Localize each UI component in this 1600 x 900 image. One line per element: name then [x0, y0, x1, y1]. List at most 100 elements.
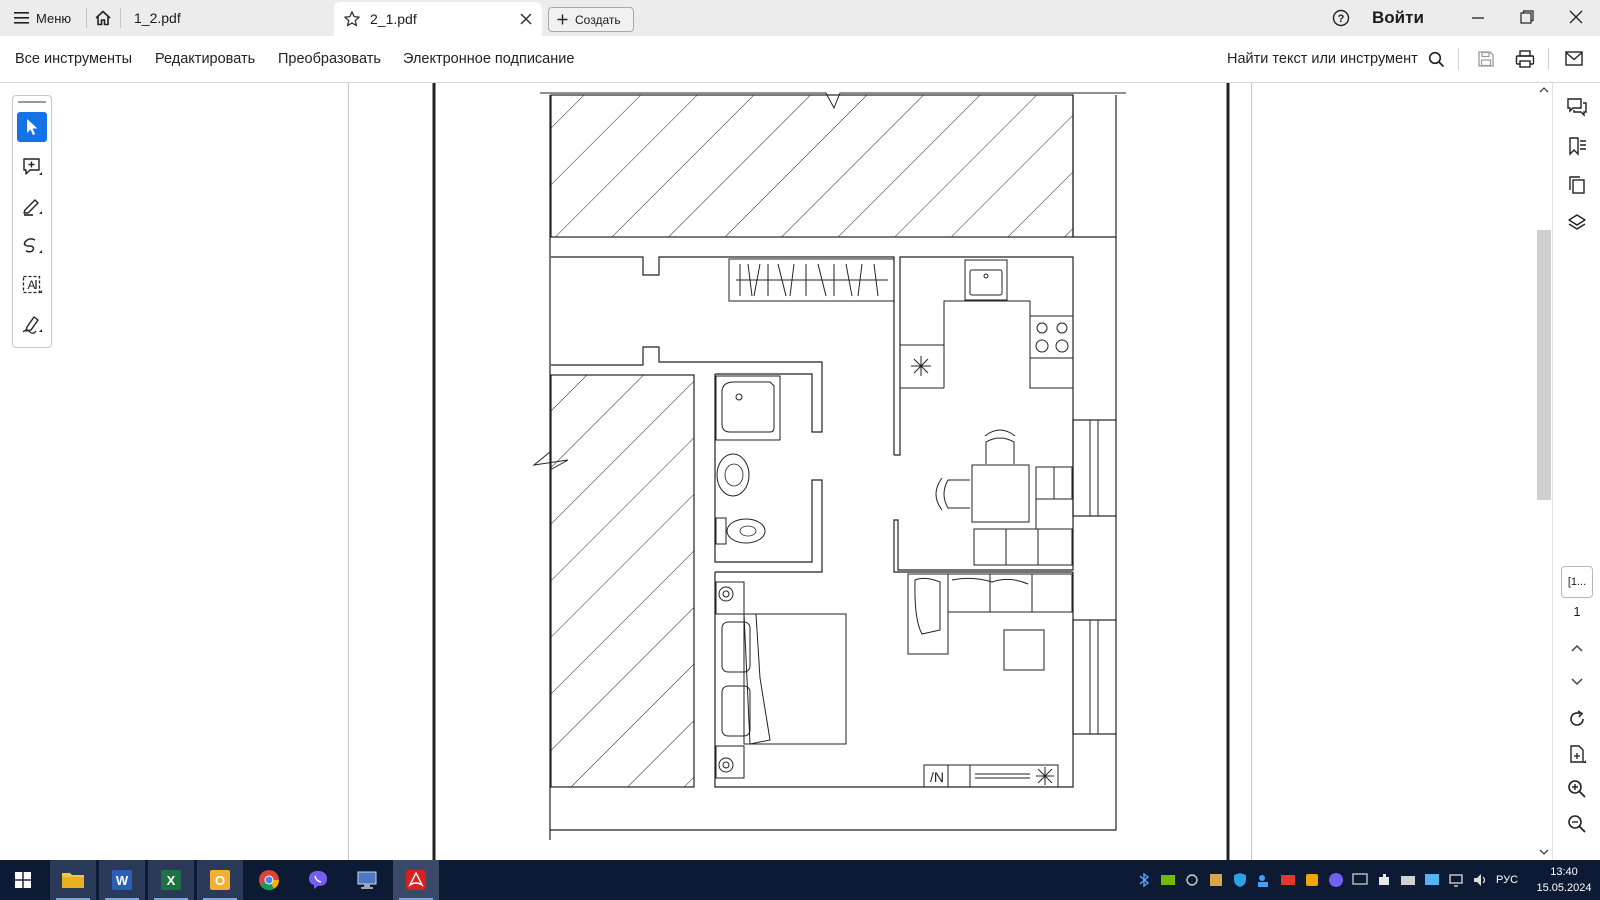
input-language[interactable]: РУС [1496, 860, 1518, 900]
tab-2_1-pdf[interactable]: 2_1.pdf [334, 2, 542, 36]
svg-text:X: X [167, 873, 176, 888]
windows-logo-icon [15, 872, 31, 888]
close-tab-icon[interactable] [520, 13, 532, 25]
taskbar-file-explorer[interactable] [50, 860, 96, 900]
viber-icon [309, 871, 327, 889]
start-button[interactable] [0, 860, 46, 900]
text-recognition-button[interactable]: A [17, 270, 47, 300]
clock-time: 13:40 [1550, 866, 1578, 878]
tab-1_2-pdf[interactable]: 1_2.pdf [134, 0, 181, 36]
tray-red-icon[interactable] [1280, 872, 1296, 888]
esign-menu[interactable]: Электронное подписание [403, 36, 574, 82]
bookmark-icon [1569, 137, 1586, 156]
taskbar-network-app[interactable] [344, 860, 390, 900]
minimize-icon[interactable] [1471, 12, 1485, 24]
page-number-input[interactable]: [1... [1561, 566, 1593, 598]
edit-menu[interactable]: Редактировать [155, 36, 255, 82]
layers-panel-button[interactable] [1563, 209, 1591, 237]
home-button[interactable] [92, 0, 114, 36]
clock-date: 15.05.2024 [1536, 882, 1592, 894]
taskbar-excel[interactable]: X [148, 860, 194, 900]
bluetooth-icon[interactable] [1138, 872, 1150, 888]
convert-menu[interactable]: Преобразовать [278, 36, 381, 82]
acrobat-icon [406, 870, 426, 890]
main-toolbar: Все инструменты Редактировать Преобразов… [0, 36, 1600, 83]
all-tools-label: Все инструменты [15, 51, 133, 67]
comments-panel-button[interactable] [1563, 93, 1591, 121]
tray-puzzle-icon[interactable] [1376, 872, 1392, 888]
language-label: РУС [1496, 874, 1519, 886]
pages-panel-button[interactable] [1563, 171, 1591, 199]
add-comment-button[interactable] [17, 152, 47, 182]
tray-monitor-icon[interactable] [1352, 872, 1368, 888]
menu-button[interactable]: Меню [14, 0, 71, 36]
divider [1548, 48, 1549, 70]
tray-keyboard-icon[interactable] [1400, 872, 1416, 888]
tray-display-icon[interactable] [1424, 872, 1440, 888]
camera-icon[interactable] [1184, 872, 1200, 888]
viber-tray-icon[interactable] [1328, 872, 1344, 888]
save-icon[interactable] [1477, 50, 1495, 68]
signin-label: Войти [1372, 8, 1424, 27]
tray-people-icon[interactable] [1256, 872, 1272, 888]
sign-tool-button[interactable] [17, 309, 47, 339]
rotate-button[interactable] [1563, 705, 1591, 733]
folder-icon [62, 873, 84, 888]
comment-add-icon [23, 158, 42, 175]
scroll-thumb[interactable] [1537, 230, 1551, 500]
divider [86, 8, 87, 28]
zoom-in-icon [1568, 780, 1586, 798]
restore-icon[interactable] [1520, 10, 1534, 24]
mail-icon[interactable] [1565, 51, 1583, 66]
tab-label: 2_1.pdf [370, 11, 417, 27]
volume-icon[interactable] [1472, 872, 1488, 888]
svg-text:W: W [116, 873, 129, 888]
vertical-scrollbar[interactable] [1536, 83, 1552, 860]
zoom-in-button[interactable] [1563, 775, 1591, 803]
previous-page-button[interactable] [1563, 634, 1591, 662]
tab-label: 1_2.pdf [134, 10, 181, 26]
svg-text:/N: /N [930, 769, 944, 785]
close-window-icon[interactable] [1569, 10, 1583, 24]
chevron-down-icon [1571, 678, 1583, 686]
shield-icon[interactable] [1232, 872, 1248, 888]
nvidia-icon[interactable] [1160, 872, 1176, 888]
scroll-up-icon[interactable] [1539, 86, 1549, 94]
help-icon[interactable]: ? [1332, 9, 1350, 27]
print-icon[interactable] [1515, 49, 1535, 69]
taskbar-acrobat[interactable] [393, 860, 439, 900]
network-icon[interactable] [1448, 872, 1464, 888]
svg-text:O: O [215, 873, 225, 888]
plus-icon [557, 14, 568, 25]
select-tool-button[interactable] [17, 112, 47, 142]
zoom-out-button[interactable] [1563, 810, 1591, 838]
taskbar-outlook[interactable]: O [197, 860, 243, 900]
signin-button[interactable]: Войти [1372, 0, 1424, 36]
draw-tool-button[interactable] [17, 230, 47, 260]
windows-taskbar: W X O РУС 13:40 15.05.2024 [0, 860, 1600, 900]
star-icon[interactable] [343, 10, 361, 28]
page-input-value: [1... [1567, 576, 1587, 588]
create-button[interactable]: Создать [548, 7, 634, 32]
document-viewport[interactable]: /N [0, 83, 1552, 860]
tray-orange-icon[interactable] [1304, 872, 1320, 888]
esign-label: Электронное подписание [403, 51, 575, 67]
layers-icon [1568, 214, 1586, 230]
floor-plan-drawing: /N [432, 83, 1230, 860]
taskbar-word[interactable]: W [99, 860, 145, 900]
word-icon: W [112, 870, 132, 890]
highlight-tool-button[interactable] [17, 191, 47, 221]
tray-app-icon[interactable] [1208, 872, 1224, 888]
clock[interactable]: 13:40 15.05.2024 [1532, 864, 1596, 896]
bookmarks-panel-button[interactable] [1563, 132, 1591, 160]
page-tools-button[interactable] [1563, 740, 1591, 768]
scroll-down-icon[interactable] [1539, 848, 1549, 856]
edit-label: Редактировать [155, 51, 256, 67]
taskbar-chrome[interactable] [246, 860, 292, 900]
next-page-button[interactable] [1563, 668, 1591, 696]
taskbar-viber[interactable] [295, 860, 341, 900]
all-tools-menu[interactable]: Все инструменты [15, 36, 132, 82]
search-tools-button[interactable]: Найти текст или инструмент [1227, 36, 1445, 82]
rail-handle [18, 101, 46, 103]
home-icon [95, 10, 111, 26]
